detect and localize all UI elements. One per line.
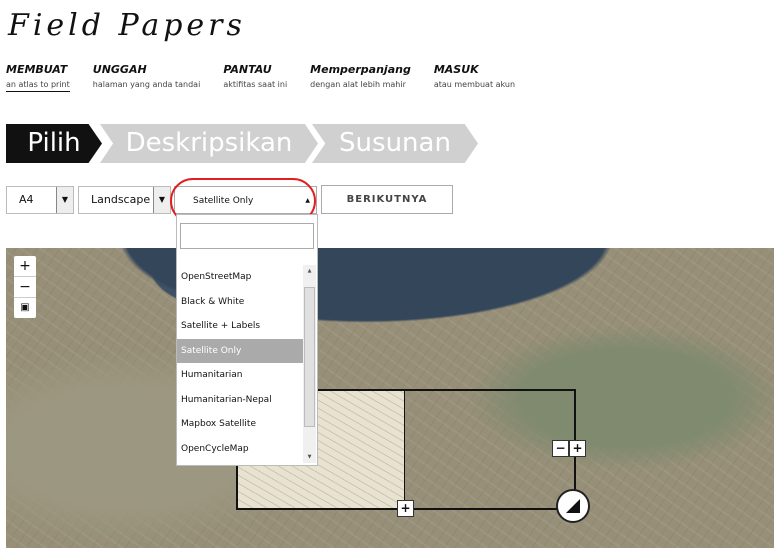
zoom-controls: + − ▣ — [14, 256, 36, 318]
layer-select[interactable]: Satellite Only ▲ — [174, 186, 317, 214]
column-controls: − + — [552, 440, 586, 457]
layer-dropdown: OpenStreetMap Black & White Satellite + … — [176, 214, 318, 466]
paper-size-select[interactable]: A4 ▼ — [6, 186, 74, 214]
layer-option[interactable]: Humanitarian — [177, 363, 303, 388]
nav-item-pantau[interactable]: PANTAU aktifitas saat ini — [223, 63, 287, 92]
nav-item-masuk[interactable]: MASUK atau membuat akun — [434, 63, 515, 92]
next-button[interactable]: BERIKUTNYA — [321, 185, 453, 214]
nav-title: Memperpanjang — [310, 63, 411, 76]
paper-size-value: A4 — [19, 193, 34, 206]
nav-title: MASUK — [433, 63, 479, 76]
add-row-button[interactable]: + — [397, 500, 414, 517]
dropdown-scrollbar[interactable]: ▲ ▼ — [303, 265, 316, 463]
nav-subtitle: halaman yang anda tandai — [92, 80, 201, 89]
orientation-value: Landscape — [91, 193, 151, 206]
nav-item-membuat[interactable]: MEMBUAT an atlas to print — [6, 63, 70, 92]
layer-option[interactable]: Humanitarian-Nepal — [177, 388, 303, 413]
nav-subtitle: an atlas to print — [6, 80, 70, 92]
page-divider — [404, 391, 405, 508]
layer-option-selected[interactable]: Satellite Only — [177, 338, 303, 363]
scroll-down-icon[interactable]: ▼ — [303, 454, 316, 460]
add-column-button[interactable]: + — [569, 440, 586, 457]
remove-column-button[interactable]: − — [552, 440, 569, 457]
main-nav: MEMBUAT an atlas to print UNGGAH halaman… — [6, 63, 538, 92]
layer-option[interactable]: OpenCycleMap — [177, 437, 303, 462]
nav-subtitle: aktifitas saat ini — [223, 80, 288, 89]
map-view[interactable]: + − ▣ − + + — [6, 248, 774, 548]
layer-option[interactable]: Mapbox Satellite — [177, 412, 303, 437]
scrollbar-thumb[interactable] — [304, 287, 315, 427]
select-area-icon[interactable]: ▣ — [14, 298, 36, 318]
nav-title: UNGGAH — [92, 63, 147, 76]
nav-title: PANTAU — [223, 63, 272, 76]
nav-title: MEMBUAT — [6, 63, 68, 76]
step-susunan: Susunan — [312, 124, 478, 163]
layer-search-input[interactable] — [180, 223, 314, 249]
chevron-up-icon: ▲ — [305, 197, 310, 204]
logo[interactable]: Field Papers — [8, 8, 246, 43]
zoom-out-button[interactable]: − — [14, 277, 36, 298]
layer-options-list: OpenStreetMap Black & White Satellite + … — [177, 265, 303, 461]
scroll-up-icon[interactable]: ▲ — [303, 268, 316, 274]
layer-option[interactable]: Satellite + Labels — [177, 314, 303, 339]
layer-value: Satellite Only — [193, 196, 254, 206]
chevron-down-icon: ▼ — [56, 187, 73, 213]
step-deskripsikan: Deskripsikan — [100, 124, 318, 163]
resize-handle-icon[interactable] — [556, 489, 590, 523]
chevron-down-icon: ▼ — [153, 187, 170, 213]
zoom-in-button[interactable]: + — [14, 256, 36, 277]
nav-subtitle: dengan alat lebih mahir — [310, 80, 406, 89]
nav-item-memperpanjang[interactable]: Memperpanjang dengan alat lebih mahir — [310, 63, 411, 92]
nav-item-unggah[interactable]: UNGGAH halaman yang anda tandai — [93, 63, 201, 92]
step-pilih: Pilih — [6, 124, 102, 163]
layer-option[interactable]: Black & White — [177, 290, 303, 315]
orientation-select[interactable]: Landscape ▼ — [78, 186, 171, 214]
layer-option[interactable]: OpenStreetMap — [177, 265, 303, 290]
nav-subtitle: atau membuat akun — [433, 80, 516, 89]
